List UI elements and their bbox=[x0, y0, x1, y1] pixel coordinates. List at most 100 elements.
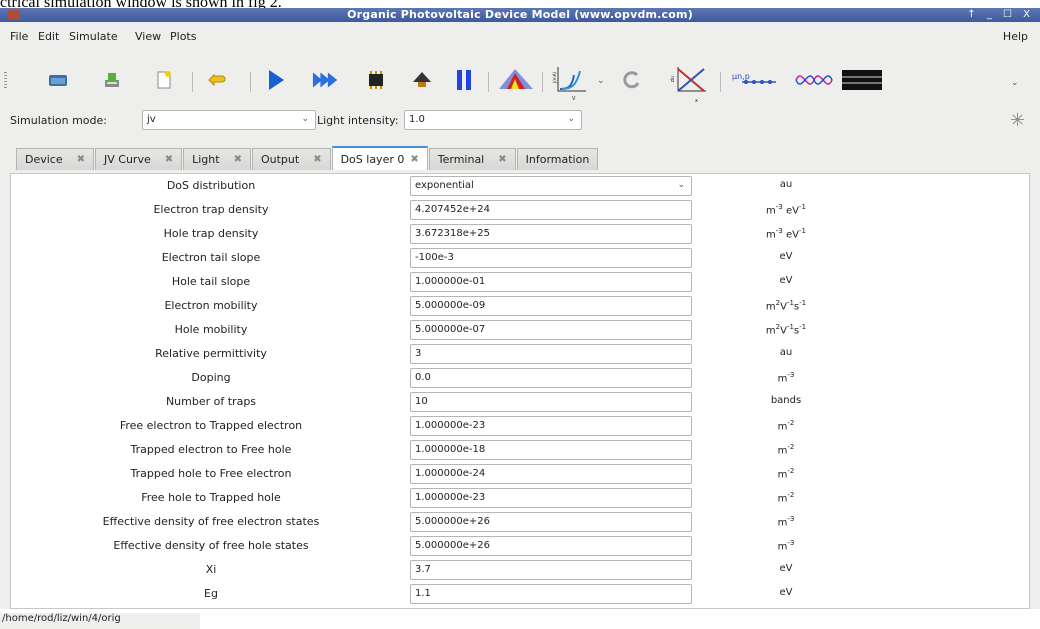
tab-device[interactable]: Device ✖ bbox=[16, 148, 95, 170]
mobility-label: μn,p bbox=[732, 72, 750, 81]
param-row: Effective density of free hole states 5.… bbox=[11, 534, 1029, 558]
toolbar-grip[interactable] bbox=[4, 72, 7, 90]
close-icon[interactable]: ✖ bbox=[77, 154, 85, 165]
chevron-down-icon[interactable]: ⌄ bbox=[597, 76, 605, 86]
menu-plots[interactable]: Plots bbox=[170, 30, 196, 43]
tab-terminal[interactable]: Terminal ✖ bbox=[428, 148, 516, 170]
param-row: Electron tail slope -100e-3 eV bbox=[11, 246, 1029, 270]
window-title: Organic Photovoltaic Device Model (www.o… bbox=[347, 8, 693, 21]
status-bar: /home/rod/liz/win/4/orig bbox=[0, 613, 200, 629]
simulation-mode-label: Simulation mode: bbox=[10, 114, 107, 127]
tab-dos-layer-0[interactable]: DoS layer 0 ✖ bbox=[331, 146, 428, 170]
param-unit: eV bbox=[779, 563, 793, 574]
close-icon[interactable]: ✖ bbox=[410, 154, 418, 165]
light-intensity-value: 1.0 bbox=[409, 114, 425, 125]
light-intensity-select[interactable]: 1.0 ⌄ bbox=[404, 110, 582, 130]
param-row: Eg 1.1 eV bbox=[11, 582, 1029, 606]
close-icon[interactable]: ✖ bbox=[313, 154, 321, 165]
open-folder-icon[interactable] bbox=[44, 66, 72, 94]
refresh-icon[interactable] bbox=[618, 66, 646, 94]
param-row: Doping 0.0 m-3 bbox=[11, 366, 1029, 390]
free-electron-to-trapped-electron-input[interactable]: 1.000000e-23 bbox=[410, 416, 692, 436]
param-row: Xi 3.7 eV bbox=[11, 558, 1029, 582]
doping-input[interactable]: 0.0 bbox=[410, 368, 692, 388]
param-value: exponential bbox=[415, 180, 474, 191]
electron-tail-slope-input[interactable]: -100e-3 bbox=[410, 248, 692, 268]
hole-mobility-input[interactable]: 5.000000e-07 bbox=[410, 320, 692, 340]
tab-light[interactable]: Light ✖ bbox=[183, 148, 251, 170]
param-unit: eV bbox=[779, 587, 793, 598]
trapped-electron-to-free-hole-input[interactable]: 1.000000e-18 bbox=[410, 440, 692, 460]
run-scan-icon[interactable] bbox=[312, 66, 340, 94]
chevron-down-icon: ⌄ bbox=[301, 114, 309, 124]
export-icon[interactable] bbox=[98, 66, 126, 94]
param-unit: m-3 eV-1 bbox=[766, 203, 806, 217]
run-icon[interactable] bbox=[262, 66, 290, 94]
undo-icon[interactable] bbox=[204, 66, 232, 94]
xi-input[interactable]: 3.7 bbox=[410, 560, 692, 580]
chip-icon[interactable] bbox=[362, 66, 390, 94]
param-row: Effective density of free electron state… bbox=[11, 510, 1029, 534]
tab-jv-curve[interactable]: JV Curve ✖ bbox=[95, 148, 183, 170]
param-row: Number of traps 10 bands bbox=[11, 390, 1029, 414]
contacts-icon[interactable] bbox=[840, 66, 884, 94]
close-icon[interactable]: ✖ bbox=[498, 154, 506, 165]
param-unit: au bbox=[779, 347, 793, 358]
dos-distribution-select[interactable]: exponential ⌄ bbox=[410, 176, 692, 196]
window-titlebar[interactable]: Organic Photovoltaic Device Model (www.o… bbox=[0, 8, 1040, 22]
param-name: Electron mobility bbox=[164, 299, 258, 312]
simulation-mode-value: jv bbox=[147, 114, 156, 125]
menu-help[interactable]: Help bbox=[1003, 30, 1028, 43]
light-intensity-label: Light intensity: bbox=[317, 114, 399, 127]
hole-tail-slope-input[interactable]: 1.000000e-01 bbox=[410, 272, 692, 292]
chevron-down-icon: ⌄ bbox=[677, 180, 685, 190]
param-row: Electron mobility 5.000000e-09 m2V-1s-1 bbox=[11, 294, 1029, 318]
effective-density-free-hole-states-input[interactable]: 5.000000e+26 bbox=[410, 536, 692, 556]
menu-simulate[interactable]: Simulate bbox=[69, 30, 118, 43]
param-unit: m-3 bbox=[777, 539, 795, 553]
free-hole-to-trapped-hole-input[interactable]: 1.000000e-23 bbox=[410, 488, 692, 508]
main-toolbar: J(mA) V ⌄ np x μn,p ⌄ bbox=[0, 58, 1040, 104]
toolbar-separator bbox=[488, 72, 489, 92]
number-of-traps-input[interactable]: 10 bbox=[410, 392, 692, 412]
param-unit: m-3 eV-1 bbox=[766, 227, 806, 241]
hole-trap-density-input[interactable]: 3.672318e+25 bbox=[410, 224, 692, 244]
relative-permittivity-input[interactable]: 3 bbox=[410, 344, 692, 364]
param-row: Free hole to Trapped hole 1.000000e-23 m… bbox=[11, 486, 1029, 510]
param-row: Hole mobility 5.000000e-07 m2V-1s-1 bbox=[11, 318, 1029, 342]
3d-plot-icon[interactable] bbox=[496, 66, 536, 94]
bulb-icon[interactable] bbox=[408, 66, 436, 94]
stop-icon[interactable] bbox=[450, 66, 478, 94]
param-name: Hole mobility bbox=[174, 323, 248, 336]
effective-density-free-electron-states-input[interactable]: 5.000000e+26 bbox=[410, 512, 692, 532]
close-icon[interactable]: ✖ bbox=[234, 154, 242, 165]
optics-wave-icon[interactable] bbox=[794, 66, 834, 94]
param-name: Doping bbox=[191, 371, 231, 384]
tab-information[interactable]: Information bbox=[516, 148, 599, 170]
dos-parameter-panel: DoS distribution exponential ⌄ au Electro… bbox=[10, 173, 1030, 609]
trapped-hole-to-free-electron-input[interactable]: 1.000000e-24 bbox=[410, 464, 692, 484]
tab-output[interactable]: Output ✖ bbox=[251, 148, 331, 170]
new-file-icon[interactable] bbox=[150, 66, 178, 94]
param-row: Relative permittivity 3 au bbox=[11, 342, 1029, 366]
param-row: Hole trap density 3.672318e+25 m-3 eV-1 bbox=[11, 222, 1029, 246]
eg-input[interactable]: 1.1 bbox=[410, 584, 692, 604]
chevron-down-icon[interactable]: ⌄ bbox=[1011, 78, 1019, 88]
toolbar-separator bbox=[192, 72, 193, 92]
menu-edit[interactable]: Edit bbox=[38, 30, 59, 43]
window-controls[interactable]: ↑ _ ☐ X bbox=[967, 8, 1034, 22]
param-row: Trapped electron to Free hole 1.000000e-… bbox=[11, 438, 1029, 462]
electron-mobility-input[interactable]: 5.000000e-09 bbox=[410, 296, 692, 316]
param-name: Free electron to Trapped electron bbox=[119, 419, 303, 432]
electron-trap-density-input[interactable]: 4.207452e+24 bbox=[410, 200, 692, 220]
param-unit: au bbox=[779, 179, 793, 190]
simulation-mode-select[interactable]: jv ⌄ bbox=[142, 110, 316, 130]
param-unit: m-2 bbox=[777, 491, 795, 505]
tab-label: Device bbox=[25, 153, 63, 166]
menu-view[interactable]: View bbox=[135, 30, 161, 43]
mode-bar: Simulation mode: jv ⌄ Light intensity: 1… bbox=[0, 108, 1040, 134]
tab-label: DoS layer 0 bbox=[340, 152, 405, 166]
menu-file[interactable]: File bbox=[10, 30, 28, 43]
close-icon[interactable]: ✖ bbox=[165, 154, 173, 165]
param-name: Number of traps bbox=[165, 395, 257, 408]
